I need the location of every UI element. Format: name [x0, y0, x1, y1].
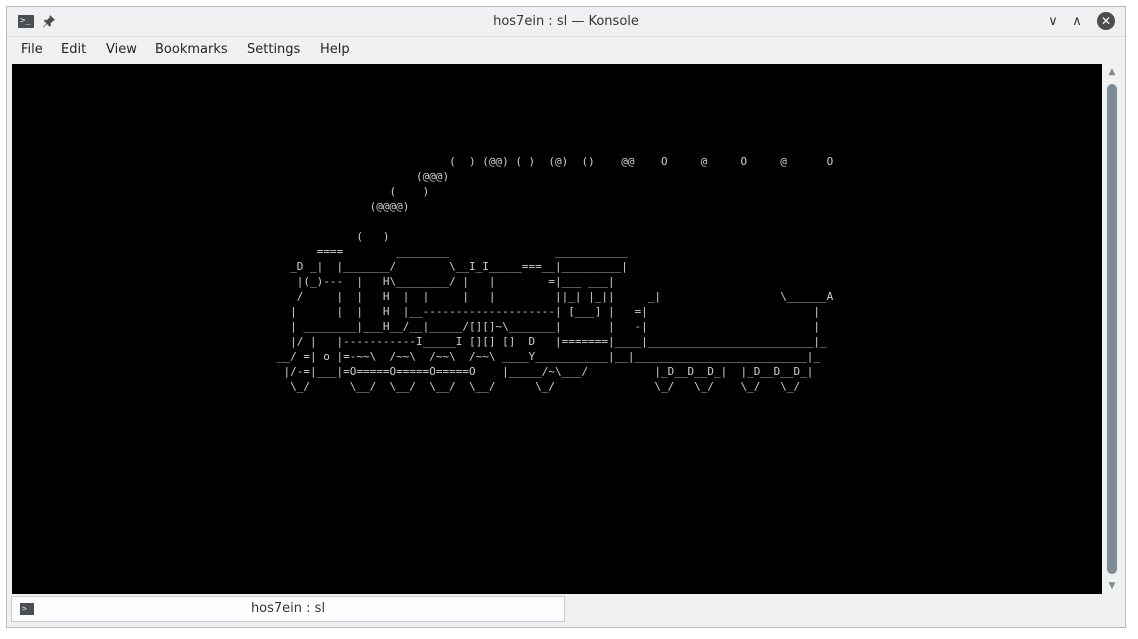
tab-bar: > hos7ein : sl [7, 595, 1125, 625]
scroll-thumb[interactable] [1107, 84, 1117, 574]
menu-file[interactable]: File [21, 37, 43, 63]
title-bar[interactable]: >_ hos7ein : sl — Konsole ∨ ∧ ✕ [7, 7, 1125, 37]
terminal-area[interactable]: ( ) (@@) ( ) (@) () @@ O @ O @ O (@@@) (… [12, 64, 1102, 594]
menu-help[interactable]: Help [320, 37, 350, 63]
close-button[interactable]: ✕ [1097, 12, 1115, 30]
konsole-window: >_ hos7ein : sl — Konsole ∨ ∧ ✕ File Edi… [6, 6, 1126, 628]
scroll-down-arrow-icon[interactable]: ▼ [1103, 578, 1121, 594]
maximize-button[interactable]: ∧ [1067, 11, 1087, 31]
tab-session[interactable]: > hos7ein : sl [11, 596, 565, 622]
menu-view[interactable]: View [106, 37, 137, 63]
minimize-button[interactable]: ∨ [1043, 11, 1063, 31]
window-title: hos7ein : sl — Konsole [493, 14, 639, 29]
terminal-scrollbar[interactable]: ▲ ▼ [1103, 64, 1121, 594]
menu-bookmarks[interactable]: Bookmarks [155, 37, 228, 63]
menu-settings[interactable]: Settings [247, 37, 300, 63]
scroll-up-arrow-icon[interactable]: ▲ [1103, 64, 1121, 80]
menu-edit[interactable]: Edit [61, 37, 86, 63]
tab-label: hos7ein : sl [250, 601, 326, 616]
menu-bar: File Edit View Bookmarks Settings Help [7, 37, 1125, 63]
terminal-output: ( ) (@@) ( ) (@) () @@ O @ O @ O (@@@) (… [276, 155, 834, 393]
